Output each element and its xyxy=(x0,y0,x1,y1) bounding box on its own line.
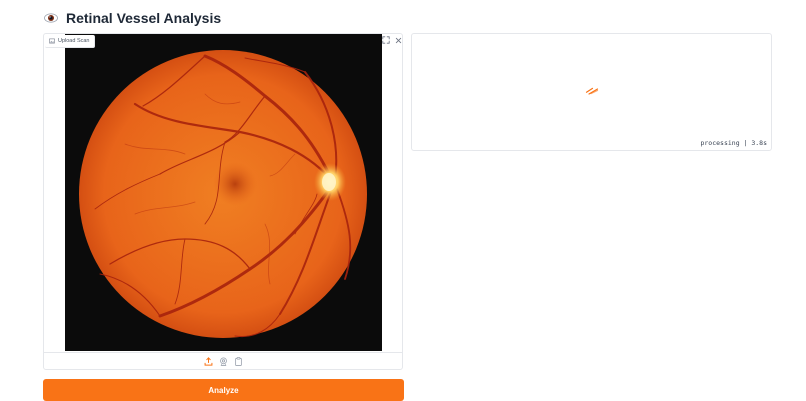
paste-button[interactable] xyxy=(234,357,243,366)
close-icon xyxy=(395,37,401,43)
loading-icon xyxy=(585,87,599,95)
webcam-button[interactable] xyxy=(219,357,228,366)
close-button[interactable] xyxy=(393,35,403,45)
webcam-icon xyxy=(219,357,227,366)
status-text: processing | 3.8s xyxy=(700,139,767,147)
app-header: Retinal Vessel Analysis xyxy=(44,7,221,29)
clipboard-icon xyxy=(234,357,242,366)
upload-button[interactable] xyxy=(204,357,213,366)
upload-panel[interactable]: Upload Scan xyxy=(43,33,403,370)
result-panel: processing | 3.8s xyxy=(411,33,772,151)
page-title: Retinal Vessel Analysis xyxy=(66,10,222,26)
expand-icon xyxy=(382,36,390,44)
expand-button[interactable] xyxy=(381,35,391,45)
image-icon xyxy=(49,38,55,44)
upload-toolbar xyxy=(44,352,402,370)
eye-icon xyxy=(44,13,58,23)
upload-label-text: Upload Scan xyxy=(58,38,90,44)
upload-icon xyxy=(204,357,212,366)
fundus-image xyxy=(65,34,382,351)
upload-label: Upload Scan xyxy=(45,35,95,48)
